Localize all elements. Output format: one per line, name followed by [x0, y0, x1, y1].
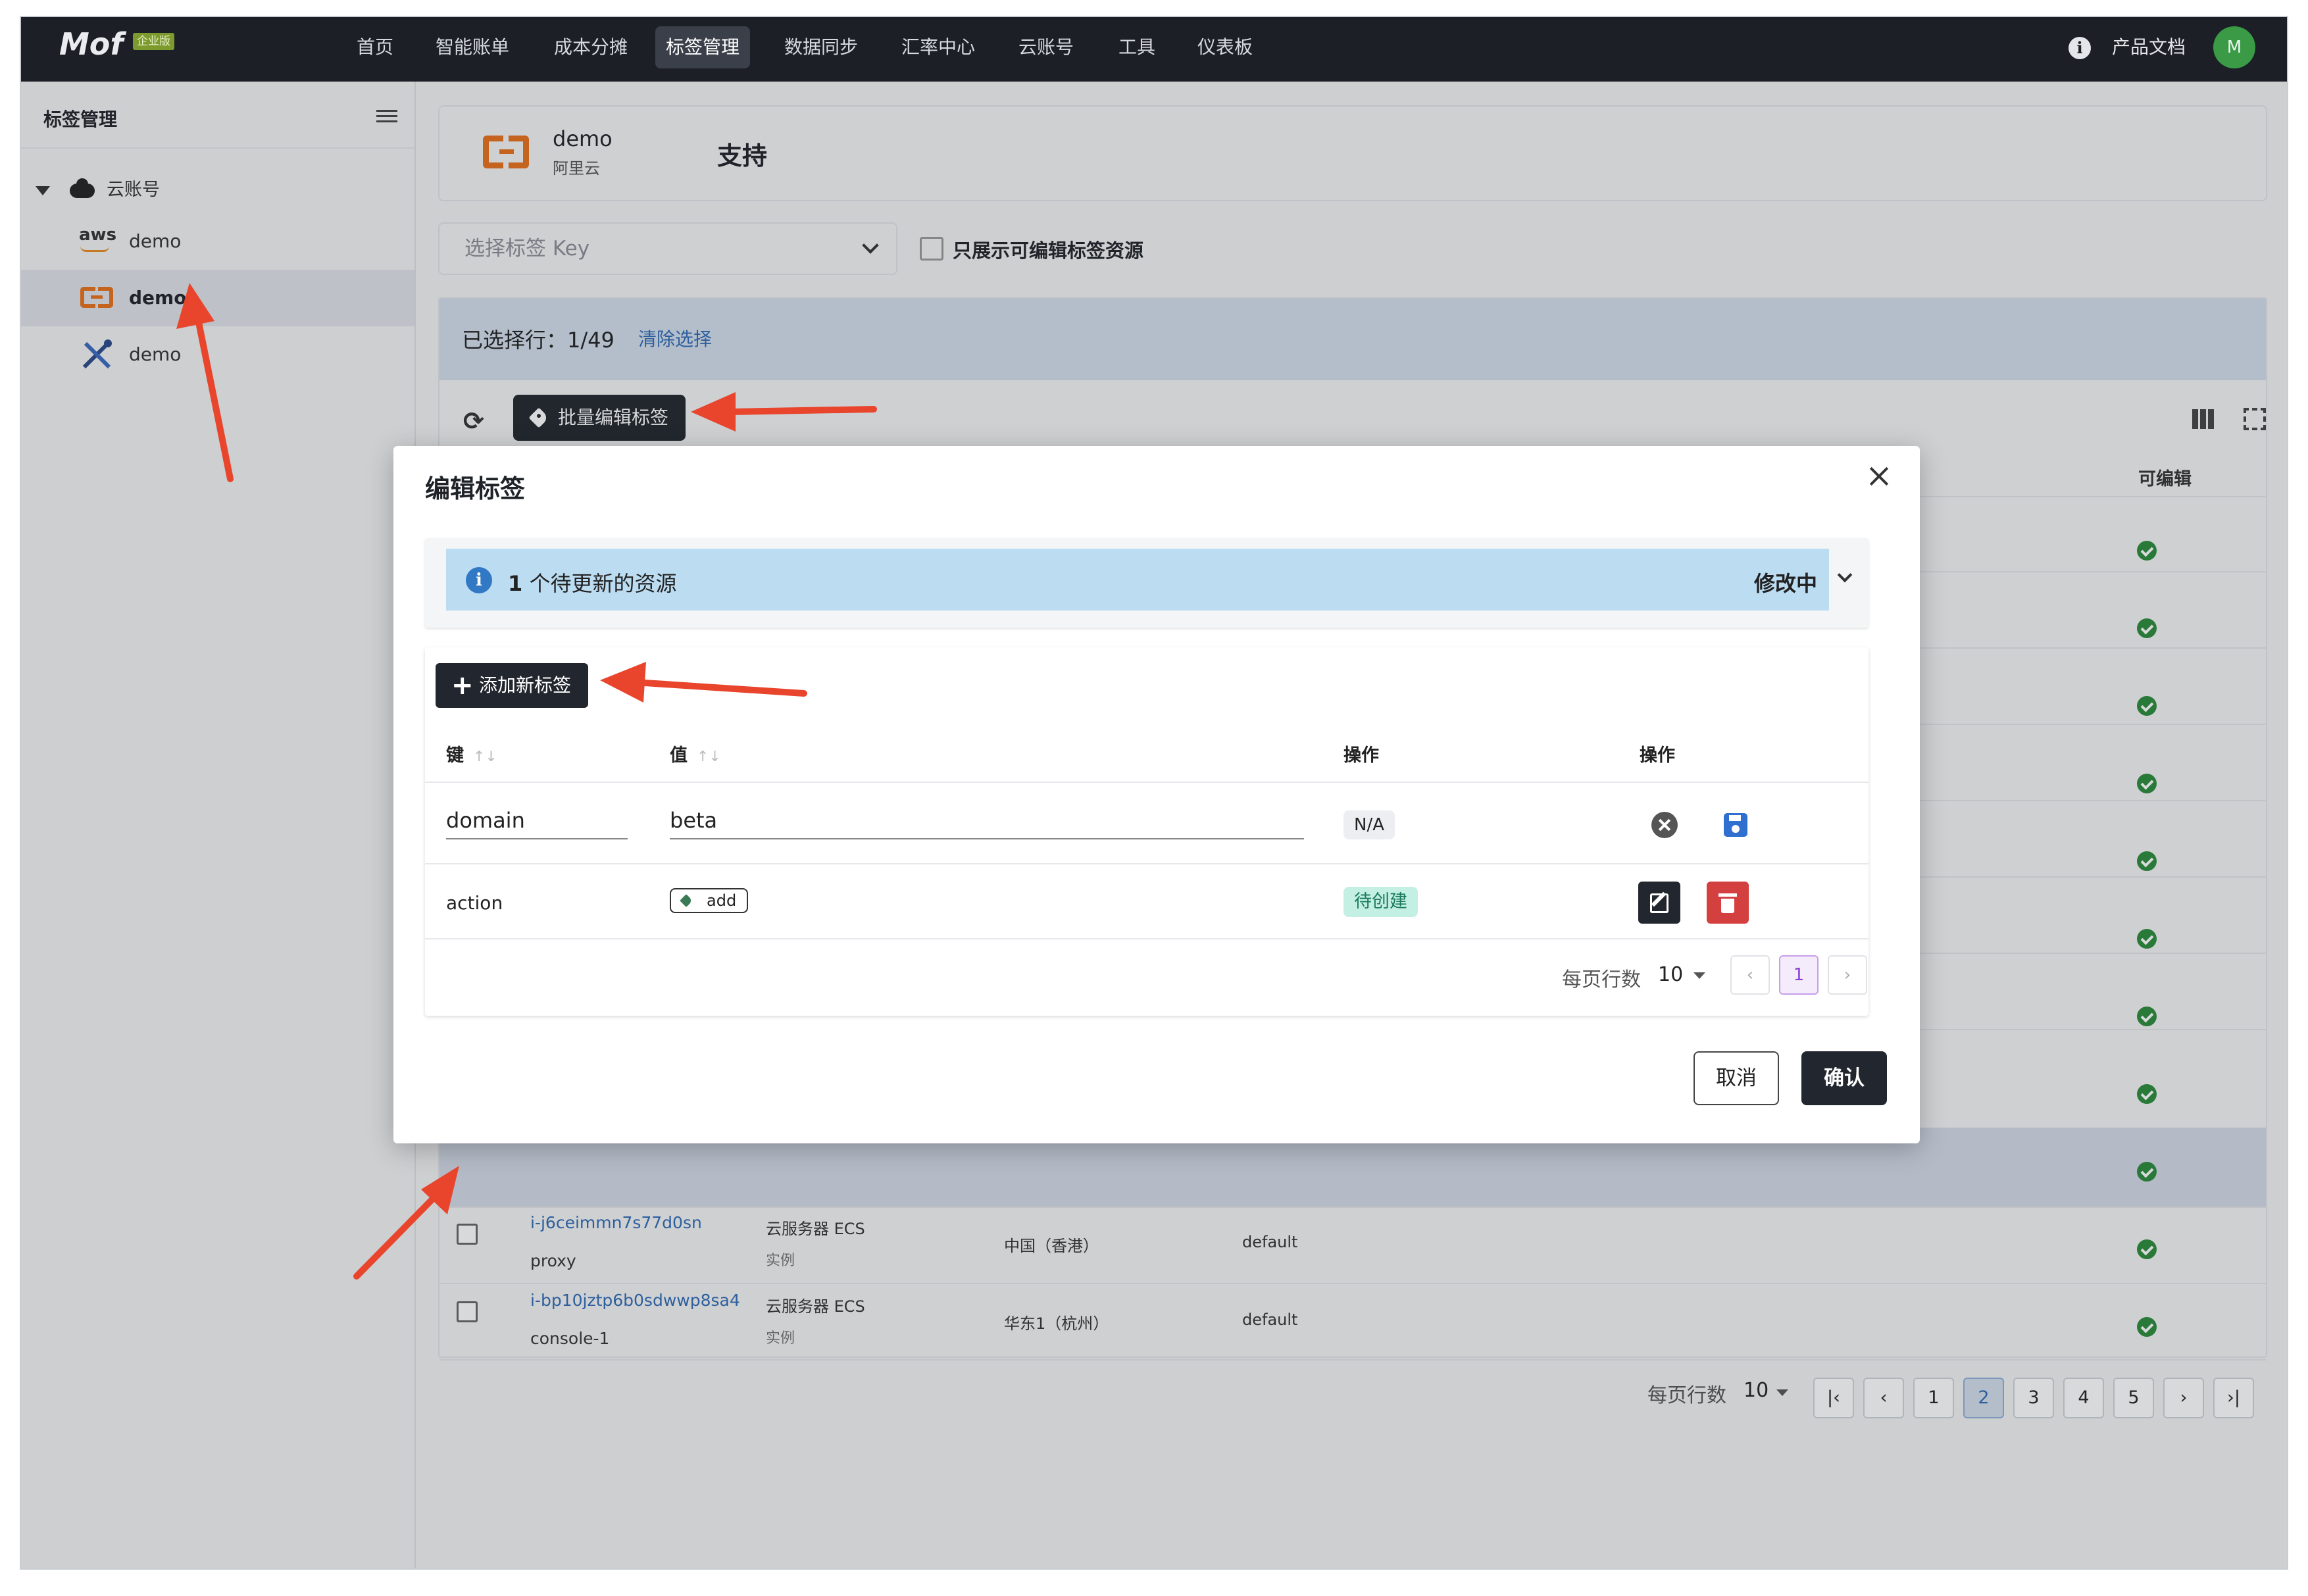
add-new-tag-button[interactable]: + 添加新标签: [436, 663, 589, 708]
nav-item-tools[interactable]: 工具: [1108, 26, 1166, 68]
tag-key: action: [446, 892, 503, 914]
rows-per-page-select[interactable]: 10: [1658, 963, 1683, 986]
modal-title: 编辑标签: [425, 474, 526, 503]
nav-item-dashboard[interactable]: 仪表板: [1187, 26, 1263, 68]
modify-status: 修改中: [1754, 571, 1818, 596]
column-header-label: 值: [670, 745, 688, 766]
column-header-operation: 操作: [1343, 745, 1379, 766]
close-icon[interactable]: [1867, 464, 1891, 488]
tags-table-section: + 添加新标签 键 ↑↓ 值 ↑↓ 操作 操作 N/A action add 待创建…: [425, 647, 1869, 1016]
delete-tag-button[interactable]: [1707, 882, 1749, 924]
avatar[interactable]: M: [2213, 26, 2255, 68]
add-new-tag-label: 添加新标签: [479, 674, 572, 696]
divider: [425, 863, 1869, 864]
nav-item-cloud-accounts[interactable]: 云账号: [1008, 26, 1084, 68]
tag-value: add: [707, 891, 737, 910]
nav-item-data-sync[interactable]: 数据同步: [774, 26, 868, 68]
sort-icon[interactable]: ↑↓: [473, 749, 497, 765]
page-button-current[interactable]: 1: [1779, 955, 1819, 995]
column-header-label: 键: [446, 745, 464, 766]
nav-item-exchange-rate[interactable]: 汇率中心: [891, 26, 986, 68]
status-badge: 待创建: [1343, 887, 1418, 917]
confirm-button[interactable]: 确认: [1801, 1051, 1887, 1105]
nav-item-tag-management[interactable]: 标签管理: [655, 26, 751, 68]
edit-tags-modal: 编辑标签 i 1 个待更新的资源 修改中 + 添加新标签 键 ↑↓ 值 ↑↓ 操作 …: [393, 446, 1920, 1143]
tag-key-input[interactable]: [446, 803, 628, 839]
sort-icon[interactable]: ↑↓: [697, 749, 721, 765]
edit-tag-button[interactable]: [1638, 882, 1680, 924]
status-badge: N/A: [1343, 810, 1395, 839]
tag-icon: [680, 894, 693, 907]
pending-count: 1: [508, 571, 523, 596]
save-icon[interactable]: [1724, 813, 1747, 837]
pending-resources-text: 1 个待更新的资源: [508, 567, 676, 597]
product-docs-link[interactable]: 产品文档: [2112, 26, 2186, 68]
column-header-value[interactable]: 值 ↑↓: [670, 741, 721, 766]
pending-count-label: 个待更新的资源: [529, 571, 677, 596]
caret-down-icon[interactable]: [1693, 972, 1705, 979]
pending-resources-banner[interactable]: i 1 个待更新的资源 修改中: [446, 549, 1829, 611]
brand-logo[interactable]: Mof: [59, 26, 123, 62]
divider: [425, 938, 1869, 939]
nav-item-home[interactable]: 首页: [346, 26, 404, 68]
next-page-button[interactable]: ›: [1828, 955, 1867, 995]
divider: [425, 782, 1869, 783]
rows-per-page-label: 每页行数: [1562, 968, 1641, 991]
info-icon[interactable]: i: [2069, 37, 2091, 59]
tag-value-input[interactable]: [670, 803, 1304, 839]
edition-badge: 企业版: [133, 33, 174, 50]
top-navbar: Mof 企业版 首页 智能账单 成本分摊 标签管理 数据同步 汇率中心 云账号 …: [21, 17, 2287, 82]
cancel-circle-icon[interactable]: [1651, 812, 1678, 838]
plus-icon: +: [451, 670, 474, 701]
prev-page-button[interactable]: ‹: [1730, 955, 1770, 995]
chevron-down-icon[interactable]: [1837, 567, 1853, 583]
app-window: Mof 企业版 首页 智能账单 成本分摊 标签管理 数据同步 汇率中心 云账号 …: [20, 16, 2288, 1570]
nav-item-cost-allocation[interactable]: 成本分摊: [543, 26, 638, 68]
column-header-actions: 操作: [1640, 745, 1675, 766]
info-circle-icon: i: [466, 567, 492, 593]
nav-item-smart-bill[interactable]: 智能账单: [425, 26, 520, 68]
cancel-button[interactable]: 取消: [1693, 1051, 1779, 1105]
column-header-key[interactable]: 键 ↑↓: [446, 741, 497, 766]
pending-resources-section: i 1 个待更新的资源 修改中: [425, 538, 1869, 628]
tag-value-chip: add: [670, 888, 749, 913]
